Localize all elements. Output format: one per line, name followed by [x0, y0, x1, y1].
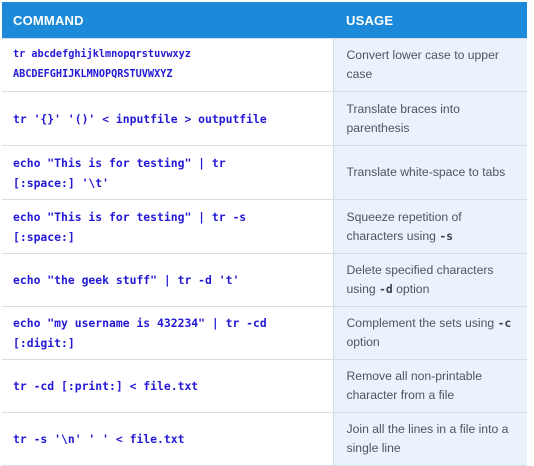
usage-cell: Join all the lines in a file into a sing… [333, 412, 527, 466]
command-cell: tr -cd [:print:] < file.txt [2, 359, 334, 413]
usage-cell: Translate white-space to tabs [333, 145, 527, 200]
command-cell: tr '{}' '()' < inputfile > outputfile [2, 91, 334, 146]
option-flag: -c [497, 316, 512, 330]
table-row: tr '{}' '()' < inputfile > outputfile Tr… [2, 91, 527, 146]
table-row: echo "This is for testing" | tr -s [:spa… [2, 199, 527, 254]
usage-column-header: USAGE [333, 2, 527, 39]
command-line: [:space:] [13, 229, 75, 244]
usage-text: Translate white-space to tabs [346, 165, 506, 179]
option-flag: -s [439, 228, 454, 243]
table-row: echo "my username is 432234" | tr -cd [:… [2, 306, 527, 360]
command-cell: tr abcdefghijklmnopqrstuvwxyz ABCDEFGHIJ… [2, 38, 334, 92]
usage-text: Remove all non-printable character from … [346, 369, 483, 402]
usage-text: Join all the lines in a file into a sing… [346, 422, 509, 455]
usage-text-suffix: option [346, 335, 380, 349]
usage-cell: Complement the sets using -c option [333, 306, 527, 360]
usage-text-suffix: option [392, 282, 430, 296]
table-row: echo "This is for testing" | tr [:space:… [2, 145, 527, 200]
command-line: ABCDEFGHIJKLMNOPQRSTUVWXYZ [13, 69, 173, 80]
usage-cell: Remove all non-printable character from … [333, 359, 527, 413]
command-line: echo "This is for testing" | tr -s [13, 209, 247, 224]
table-row: tr -cd [:print:] < file.txt Remove all n… [2, 359, 527, 413]
command-line: tr -s '\n' ' ' < file.txt [13, 432, 185, 446]
command-line: echo "the geek stuff" | tr -d 't' [13, 273, 240, 287]
usage-cell: Squeeze repetition of characters using -… [333, 199, 527, 254]
command-cell: tr -s '\n' ' ' < file.txt [2, 412, 334, 466]
usage-cell: Translate braces into parenthesis [333, 91, 527, 146]
usage-text: Complement the sets using [346, 316, 498, 330]
command-cell: echo "This is for testing" | tr [:space:… [2, 145, 334, 200]
command-cell: echo "the geek stuff" | tr -d 't' [2, 253, 334, 307]
command-cell: echo "This is for testing" | tr -s [:spa… [2, 199, 334, 254]
tr-command-table-container: COMMAND USAGE tr abcdefghijklmnopqrstuvw… [2, 2, 529, 466]
table-row: tr -s '\n' ' ' < file.txt Join all the l… [2, 412, 527, 466]
command-line: [:digit:] [13, 336, 75, 350]
command-line: echo "This is for testing" | tr [13, 155, 226, 170]
table-row: tr abcdefghijklmnopqrstuvwxyz ABCDEFGHIJ… [2, 38, 527, 92]
option-flag: -d [379, 282, 393, 296]
table-header-row: COMMAND USAGE [2, 2, 527, 39]
tr-command-table: COMMAND USAGE tr abcdefghijklmnopqrstuvw… [2, 2, 527, 466]
usage-cell: Delete specified characters using -d opt… [333, 253, 527, 307]
command-line: [:space:] '\t' [13, 175, 110, 190]
command-line: tr '{}' '()' < inputfile > outputfile [13, 111, 267, 126]
command-cell: echo "my username is 432234" | tr -cd [:… [2, 306, 334, 360]
table-row: echo "the geek stuff" | tr -d 't' Delete… [2, 253, 527, 307]
command-line: tr -cd [:print:] < file.txt [13, 379, 199, 393]
usage-text: Convert lower case to upper case [346, 48, 499, 81]
usage-cell: Convert lower case to upper case [333, 38, 527, 92]
command-line: tr abcdefghijklmnopqrstuvwxyz [13, 49, 191, 60]
usage-text: Translate braces into parenthesis [346, 101, 460, 135]
command-line: echo "my username is 432234" | tr -cd [13, 316, 267, 330]
command-column-header: COMMAND [2, 2, 333, 39]
